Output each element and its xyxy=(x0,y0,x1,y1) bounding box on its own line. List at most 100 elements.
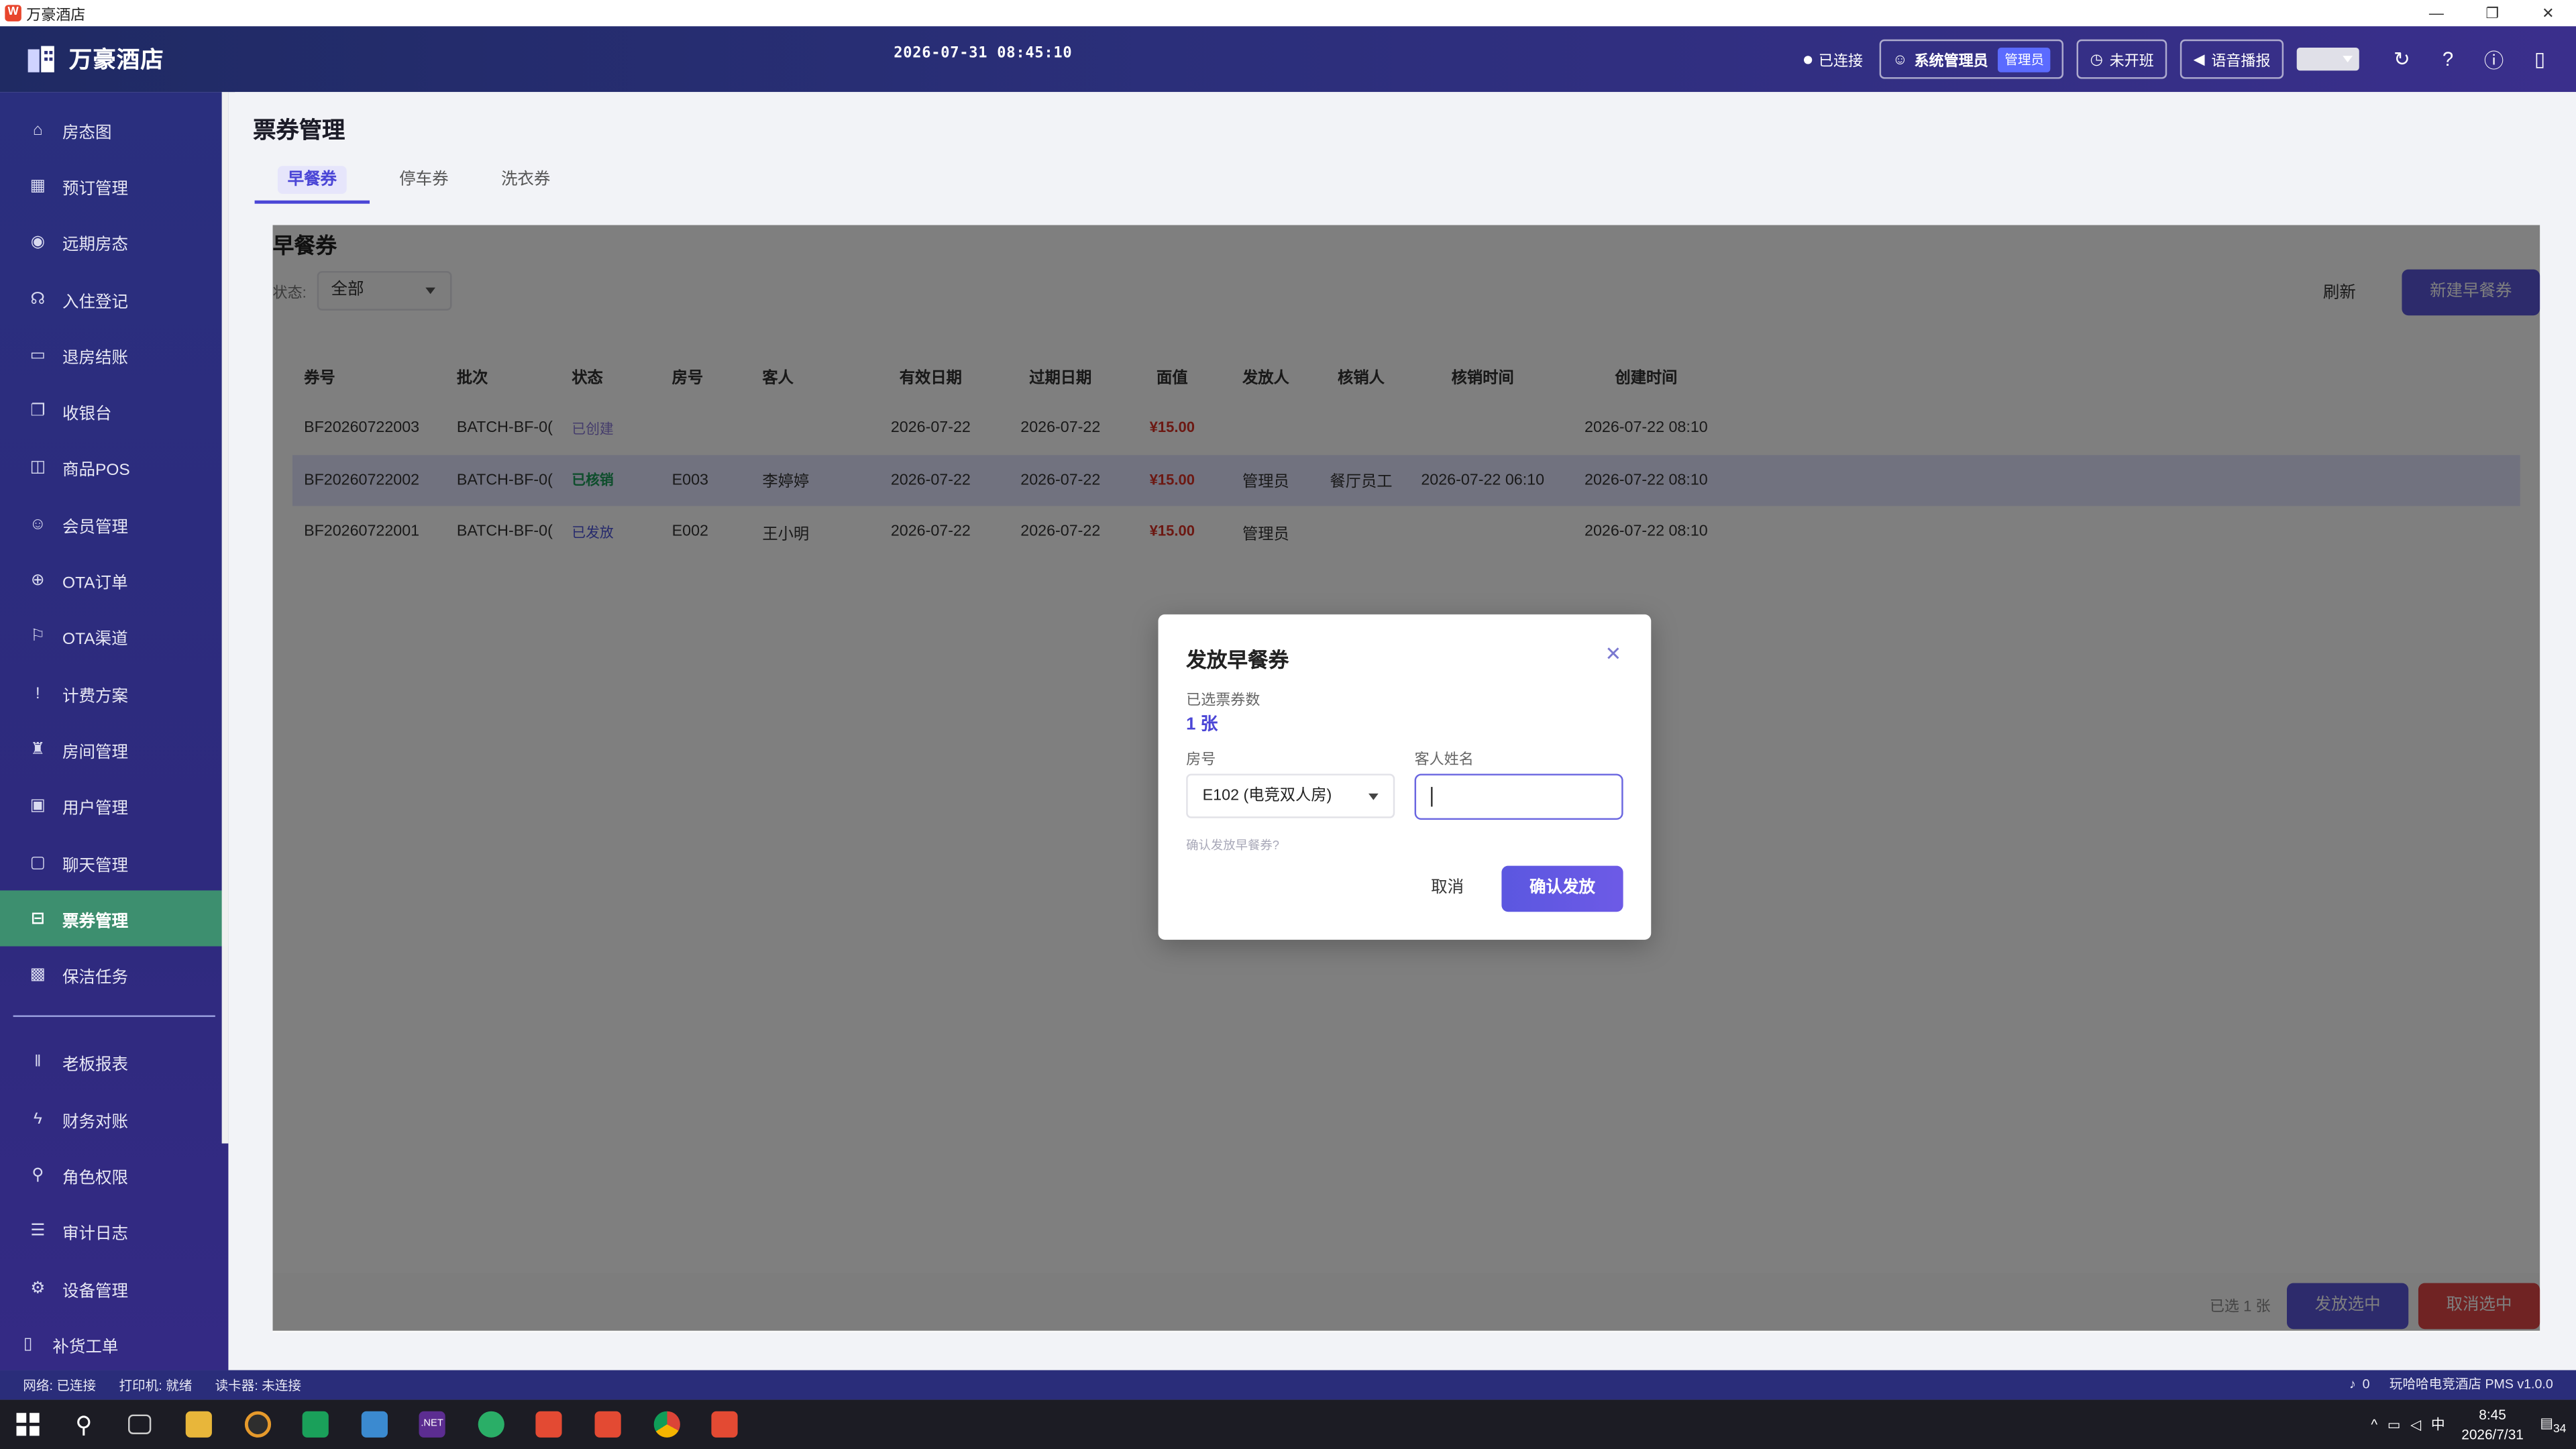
dialog-title: 发放早餐券 xyxy=(1186,649,1289,672)
minimize-button[interactable]: — xyxy=(2408,0,2464,26)
network-icon[interactable]: ▭ xyxy=(2387,1415,2401,1434)
chip-icon: ▩ xyxy=(30,966,46,985)
chrome-icon[interactable] xyxy=(653,1411,680,1438)
sidebar-item-pos[interactable]: ◫ 商品POS xyxy=(0,440,228,496)
os-taskbar: ⚲ .NET ^ ▭ ◁ 中 8:45 2026/7/31 ▤34 xyxy=(0,1399,2576,1449)
sidebar-item-room-status[interactable]: ⌂ 房态图 xyxy=(0,102,228,158)
notification-count: 0 xyxy=(2362,1377,2370,1392)
sidebar-item-tickets[interactable]: ⊟ 票券管理 xyxy=(0,890,229,947)
wechat-icon[interactable] xyxy=(478,1411,504,1438)
tab-parking[interactable]: 停车券 xyxy=(376,158,472,204)
volume-icon[interactable]: ◁ xyxy=(2410,1415,2421,1434)
network-status: 网络: 已连接 xyxy=(23,1377,97,1393)
notepad-icon[interactable] xyxy=(361,1411,388,1438)
search-icon[interactable]: ⚲ xyxy=(70,1411,97,1438)
count-label: 已选票券数 xyxy=(1186,692,1260,708)
home-icon: ⌂ xyxy=(32,121,43,140)
bolt-icon: ϟ xyxy=(33,1110,42,1128)
sidebar-item-rooms[interactable]: ♜ 房间管理 xyxy=(0,722,228,778)
room-select[interactable]: E102 (电竞双人房) xyxy=(1186,773,1395,818)
sidebar-item-cashier[interactable]: ❐ 收银台 xyxy=(0,384,228,440)
notification-center-icon[interactable]: ▤34 xyxy=(2540,1414,2566,1435)
shift-button[interactable]: ◷ 未开班 xyxy=(2076,39,2167,79)
sidebar-item-reservations[interactable]: ▦ 预订管理 xyxy=(0,158,228,215)
cancel-button[interactable]: 取消 xyxy=(1409,865,1485,912)
sidebar-item-ota-channels[interactable]: ⚐ OTA渠道 xyxy=(0,609,228,665)
wps-icon[interactable] xyxy=(535,1411,562,1438)
tab-breakfast[interactable]: 早餐券 xyxy=(254,158,370,204)
confirm-hint: 确认发放早餐券? xyxy=(1186,837,1279,853)
sidebar-item-devices[interactable]: ⚙ 设备管理 xyxy=(0,1260,228,1316)
guest-name-input[interactable] xyxy=(1414,773,1623,820)
help-icon[interactable]: ? xyxy=(2425,48,2471,70)
sidebar-item-restock[interactable]: ▯ 补货工单 xyxy=(0,1316,228,1373)
close-icon[interactable]: ✕ xyxy=(1605,643,1622,665)
sidebar-scrollbar[interactable] xyxy=(221,92,229,1144)
globe-icon: ⊕ xyxy=(31,572,45,590)
taskbar-clock[interactable]: 8:45 2026/7/31 xyxy=(2461,1405,2524,1444)
page-title: 票券管理 xyxy=(253,116,345,144)
connection-status: 已连接 xyxy=(1803,48,1863,70)
terminal-app-icon[interactable] xyxy=(302,1411,329,1438)
card-reader-status: 读卡器: 未连接 xyxy=(215,1377,302,1393)
ime-indicator[interactable]: 中 xyxy=(2431,1415,2445,1434)
speaker-icon: ◀ xyxy=(2193,50,2205,67)
app-icon: W xyxy=(5,5,21,21)
box-icon: ▯ xyxy=(23,1335,33,1354)
file-explorer-icon[interactable] xyxy=(185,1411,212,1438)
list-icon: ☰ xyxy=(30,1222,46,1241)
ticket-tabs: 早餐券 停车券 洗衣券 xyxy=(254,158,580,204)
room-label: 房号 xyxy=(1186,751,1216,767)
app-header: 万豪酒店 2026-07-31 08:45:10 已连接 ☺ 系统管理员 管理员 ◷… xyxy=(0,26,2576,93)
guest-label: 客人姓名 xyxy=(1414,751,1474,767)
eye-icon: ◉ xyxy=(30,233,46,252)
sidebar-item-chat[interactable]: ▢ 聊天管理 xyxy=(0,835,228,891)
status-dot-icon xyxy=(1803,55,1813,64)
refresh-icon[interactable]: ↻ xyxy=(2379,48,2425,70)
sidebar-item-members[interactable]: ☺ 会员管理 xyxy=(0,496,228,553)
user-icon: ☺ xyxy=(29,515,46,534)
close-window-button[interactable]: ✕ xyxy=(2520,0,2576,26)
restore-button[interactable]: ❐ xyxy=(2464,0,2520,26)
flag-icon: ⚐ xyxy=(30,628,46,647)
sidebar-item-rate-plans[interactable]: ! 计费方案 xyxy=(0,665,228,722)
language-select[interactable] xyxy=(2296,48,2359,71)
info-icon[interactable]: ⓘ xyxy=(2471,45,2517,73)
tray-chevron-icon[interactable]: ^ xyxy=(2371,1416,2377,1432)
tab-laundry[interactable]: 洗衣券 xyxy=(478,158,574,204)
hotel-logo-icon xyxy=(28,46,54,72)
issue-voucher-dialog: 发放早餐券 ✕ 已选票券数 1 张 房号 客人姓名 E102 (电竞双人房) 确… xyxy=(1158,614,1652,940)
sidebar-item-roles[interactable]: ⚲ 角色权限 xyxy=(0,1147,228,1203)
user-button[interactable]: ☺ 系统管理员 管理员 xyxy=(1879,39,2064,79)
confirm-issue-button[interactable]: 确认发放 xyxy=(1501,865,1623,912)
ticket-icon: ⊟ xyxy=(31,910,45,928)
window-title: 万豪酒店 xyxy=(26,5,86,23)
windows-start-icon[interactable] xyxy=(16,1413,40,1436)
role-badge: 管理员 xyxy=(1998,46,2051,72)
hotel-app-taskbar-icon[interactable] xyxy=(711,1411,738,1438)
clock-icon: ◷ xyxy=(2090,50,2103,67)
card-icon: ▭ xyxy=(30,346,46,365)
device-icon[interactable]: ▯ xyxy=(2517,48,2563,70)
sidebar-item-users[interactable]: ▣ 用户管理 xyxy=(0,778,228,835)
sidebar-item-forecast[interactable]: ◉ 远期房态 xyxy=(0,215,228,271)
printer-status: 打印机: 就绪 xyxy=(119,1377,193,1393)
dotnet-icon[interactable]: .NET xyxy=(419,1411,445,1438)
sidebar-item-housekeeping[interactable]: ▩ 保洁任务 xyxy=(0,947,228,1004)
sidebar: ⌂ 房态图 ▦ 预订管理 ◉ 远期房态 ☊ 入住登记 ▭ 退房结账 ❐ 收银台 ◫ 商品POS… xyxy=(0,92,229,1373)
sidebar-item-checkin[interactable]: ☊ 入住登记 xyxy=(0,271,228,327)
sidebar-item-finance[interactable]: ϟ 财务对账 xyxy=(0,1091,228,1147)
sidebar-item-reports[interactable]: ‖ 老板报表 xyxy=(0,1034,228,1091)
chrome-canary-icon[interactable] xyxy=(244,1411,272,1438)
voice-broadcast-button[interactable]: ◀ 语音播报 xyxy=(2180,39,2284,79)
count-value: 1 张 xyxy=(1186,714,1218,735)
wps-icon[interactable] xyxy=(594,1411,621,1438)
bell-icon[interactable]: ♪ xyxy=(2349,1370,2356,1399)
sidebar-item-checkout[interactable]: ▭ 退房结账 xyxy=(0,327,228,384)
sidebar-item-audit[interactable]: ☰ 审计日志 xyxy=(0,1203,228,1260)
header-datetime: 2026-07-31 08:45:10 xyxy=(894,46,1073,63)
sidebar-item-ota-orders[interactable]: ⊕ OTA订单 xyxy=(0,553,228,609)
task-view-icon[interactable] xyxy=(128,1414,152,1434)
brand: 万豪酒店 xyxy=(26,43,164,76)
trophy-icon: ♜ xyxy=(30,741,46,759)
